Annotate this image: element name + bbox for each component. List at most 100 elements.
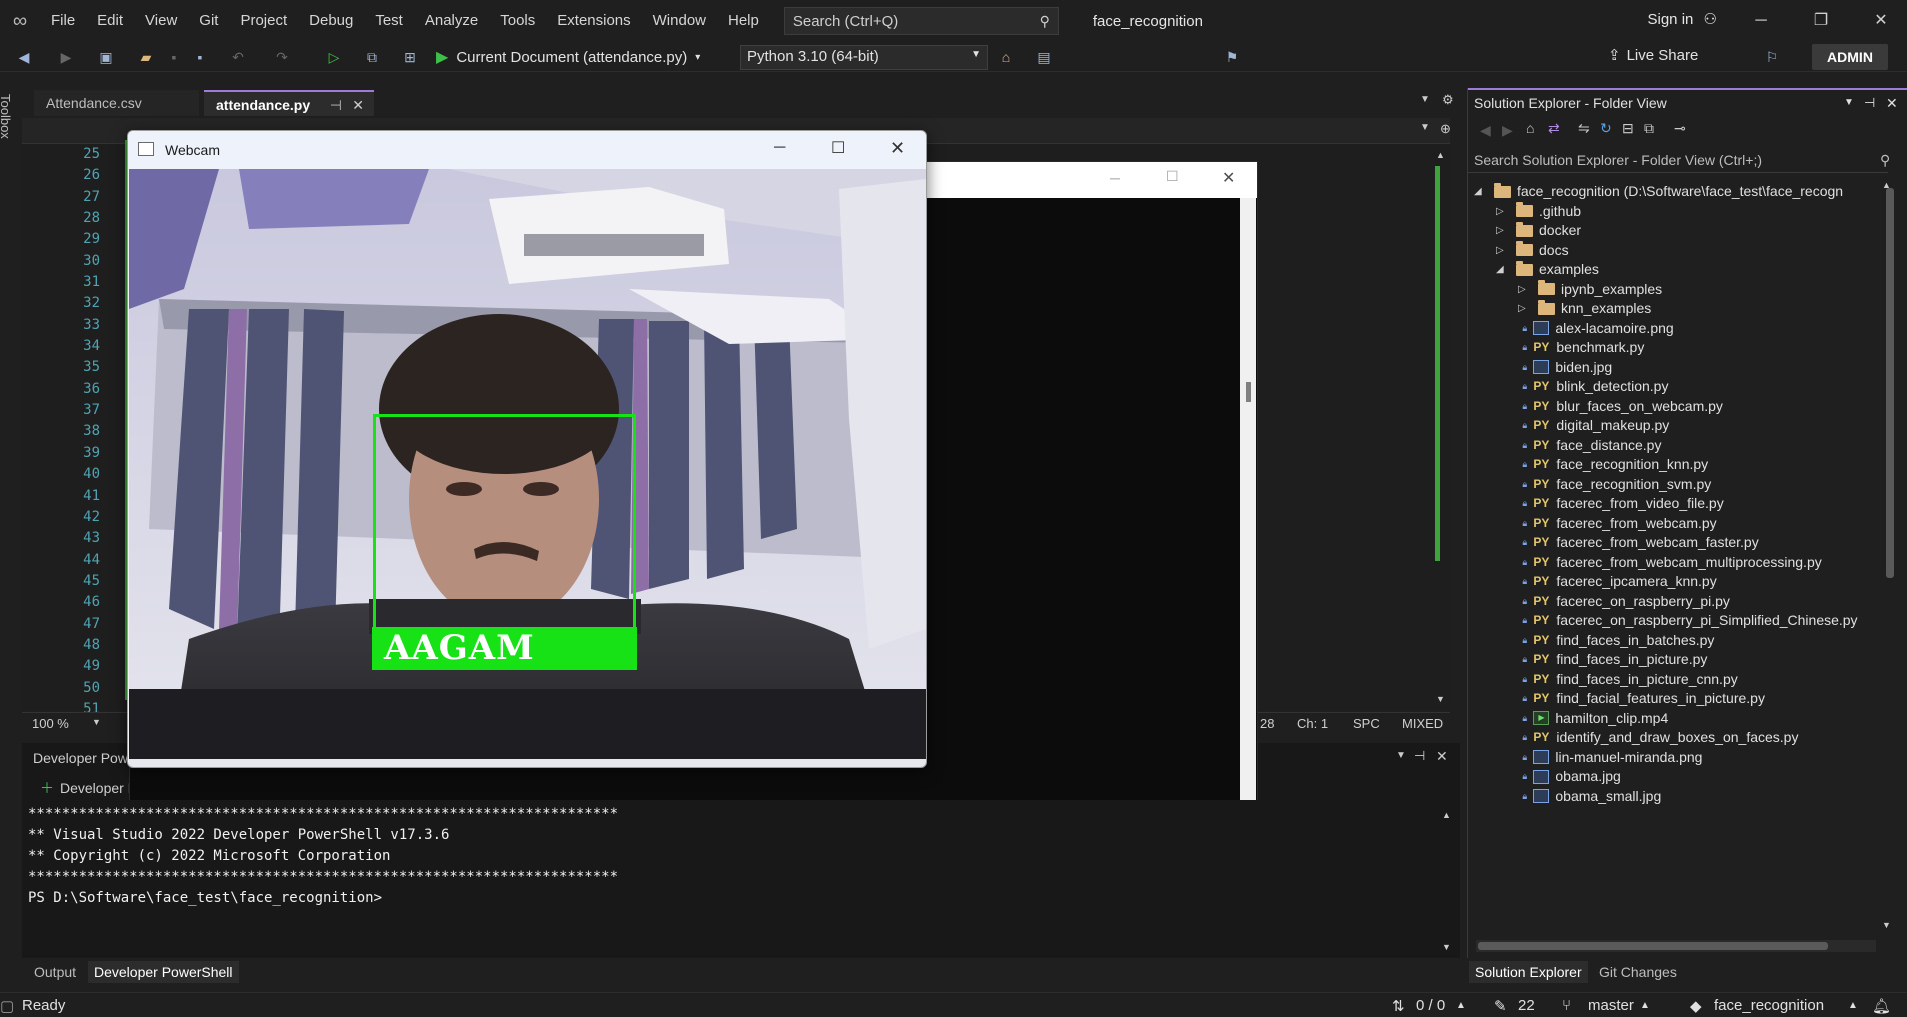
attach-icon[interactable]: ⧉ bbox=[362, 45, 382, 69]
tree-scrollbar-thumb[interactable] bbox=[1886, 188, 1894, 578]
menu-project[interactable]: Project bbox=[229, 0, 298, 42]
close-icon[interactable]: ✕ bbox=[890, 138, 905, 159]
pin-icon[interactable]: ⊣ bbox=[1414, 748, 1425, 764]
tab-solution-explorer[interactable]: Solution Explorer bbox=[1469, 961, 1588, 983]
user-badge[interactable]: ADMIN bbox=[1812, 44, 1888, 70]
switch-views-icon[interactable]: ⇄ bbox=[1548, 120, 1560, 137]
chevron-up-icon[interactable]: ▲ bbox=[1640, 1000, 1650, 1011]
close-icon[interactable]: ✕ bbox=[1222, 168, 1235, 188]
package-icon[interactable]: ⌂ bbox=[996, 45, 1016, 69]
back-icon[interactable]: ◀ bbox=[1480, 122, 1491, 139]
start-without-debugging-icon[interactable]: ▷ bbox=[324, 45, 344, 69]
toolbox-tab[interactable]: Toolbox bbox=[0, 94, 13, 139]
console-scrollbar-thumb[interactable] bbox=[1246, 382, 1251, 402]
tab-output[interactable]: Output bbox=[28, 961, 82, 983]
pending-edits-count[interactable]: 22 bbox=[1518, 997, 1535, 1014]
tree-horizontal-scrollbar-thumb[interactable] bbox=[1478, 942, 1828, 950]
chevron-down-icon[interactable]: ▼ bbox=[1396, 750, 1406, 761]
pin-icon[interactable]: ⊣ bbox=[1864, 90, 1875, 116]
show-all-files-icon[interactable]: ⧉ bbox=[1644, 120, 1654, 137]
properties-icon[interactable]: ⊸ bbox=[1674, 120, 1686, 137]
collapse-all-icon[interactable]: ⊟ bbox=[1622, 120, 1634, 137]
git-sync-icon[interactable]: ⇅ bbox=[1392, 997, 1405, 1015]
scroll-down-icon[interactable]: ▼ bbox=[1442, 942, 1451, 952]
layout-icon[interactable]: ▤ bbox=[1032, 45, 1056, 69]
chevron-down-icon[interactable]: ◢ bbox=[1496, 258, 1508, 282]
bookmark-icon[interactable]: ⚑ bbox=[1222, 45, 1242, 69]
sign-in-link[interactable]: Sign in ⚇ bbox=[1648, 10, 1718, 28]
webcam-titlebar[interactable]: Webcam ─ ☐ ✕ bbox=[128, 131, 926, 169]
python-interpreter-select[interactable]: Python 3.10 (64-bit) ▼ bbox=[740, 45, 988, 70]
forward-icon[interactable]: ▶ bbox=[1502, 122, 1513, 139]
search-input[interactable]: Search (Ctrl+Q) ⚲ bbox=[783, 7, 1059, 35]
menu-git[interactable]: Git bbox=[188, 0, 229, 42]
redo-icon[interactable]: ↷ bbox=[272, 45, 292, 69]
git-counts[interactable]: 0 / 0 bbox=[1416, 997, 1445, 1014]
minimize-icon[interactable]: ─ bbox=[774, 139, 785, 157]
scroll-down-icon[interactable]: ▼ bbox=[1436, 694, 1445, 704]
feedback-icon[interactable]: ⚐ bbox=[1762, 45, 1782, 69]
close-tab-icon[interactable]: ✕ bbox=[352, 92, 364, 118]
maximize-icon[interactable]: ☐ bbox=[1166, 168, 1179, 185]
tab-attendance-py[interactable]: attendance.py ⊣ ✕ bbox=[204, 90, 374, 116]
minimize-icon[interactable]: ─ bbox=[1110, 170, 1120, 186]
pencil-icon[interactable]: ✎ bbox=[1494, 997, 1507, 1015]
tab-developer-powershell[interactable]: Developer PowerShell bbox=[88, 961, 239, 983]
scroll-up-icon[interactable]: ▲ bbox=[1436, 150, 1445, 160]
sync-icon[interactable]: ⇋ bbox=[1578, 120, 1590, 137]
tab-git-changes[interactable]: Git Changes bbox=[1593, 961, 1683, 983]
scroll-down-icon[interactable]: ▼ bbox=[1882, 920, 1891, 930]
live-share-button[interactable]: ⇪ Live Share bbox=[1608, 46, 1698, 64]
save-icon[interactable]: ▪ bbox=[164, 45, 184, 69]
chevron-down-icon[interactable]: ▼ bbox=[92, 717, 101, 727]
restore-icon[interactable]: ❐ bbox=[1808, 8, 1834, 34]
save-all-icon[interactable]: ▪ bbox=[190, 45, 210, 69]
close-panel-icon[interactable]: ✕ bbox=[1436, 748, 1448, 765]
chevron-down-icon[interactable]: ▼ bbox=[1420, 122, 1430, 133]
new-project-icon[interactable]: ▣ bbox=[96, 45, 116, 69]
close-icon[interactable]: ✕ bbox=[1868, 8, 1894, 34]
undo-icon[interactable]: ↶ bbox=[228, 45, 248, 69]
repository-icon[interactable]: ◆ bbox=[1690, 997, 1702, 1015]
scroll-up-icon[interactable]: ▲ bbox=[1442, 810, 1451, 820]
solution-explorer-search-input[interactable]: Search Solution Explorer - Folder View (… bbox=[1468, 149, 1890, 173]
tree-item[interactable]: 🔒︎ obama_small.jpg bbox=[1522, 785, 1661, 809]
webcam-window[interactable]: Webcam ─ ☐ ✕ AAGAM bbox=[127, 130, 927, 768]
menu-help[interactable]: Help bbox=[717, 0, 770, 42]
line-endings[interactable]: MIXED bbox=[1402, 716, 1443, 731]
notifications-icon[interactable]: 🔔︎ bbox=[1872, 997, 1891, 1015]
close-icon[interactable]: ✕ bbox=[1886, 90, 1898, 116]
browse-icon[interactable]: ⊞ bbox=[400, 45, 420, 69]
home-icon[interactable]: ⌂ bbox=[1526, 120, 1534, 136]
terminal-output[interactable]: ****************************************… bbox=[28, 804, 618, 909]
branch-icon[interactable]: ⑂ bbox=[1562, 997, 1571, 1014]
run-current-document-button[interactable]: ▶ Current Document (attendance.py) ▾ bbox=[436, 45, 700, 69]
maximize-icon[interactable]: ☐ bbox=[831, 138, 845, 158]
menu-edit[interactable]: Edit bbox=[86, 0, 134, 42]
account-settings-icon[interactable]: ⚇ bbox=[1704, 11, 1717, 28]
menu-tools[interactable]: Tools bbox=[489, 0, 546, 42]
navigate-forward-icon[interactable]: ▶ bbox=[56, 45, 76, 69]
menu-analyze[interactable]: Analyze bbox=[414, 0, 489, 42]
indentation-mode[interactable]: SPC bbox=[1353, 716, 1380, 731]
menu-debug[interactable]: Debug bbox=[298, 0, 364, 42]
chevron-up-icon[interactable]: ▲ bbox=[1456, 1000, 1466, 1011]
navigate-back-icon[interactable]: ◀ bbox=[14, 45, 34, 69]
chevron-up-icon[interactable]: ▲ bbox=[1848, 1000, 1858, 1011]
scroll-up-icon[interactable]: ▲ bbox=[1882, 180, 1891, 190]
minimize-icon[interactable]: ─ bbox=[1748, 8, 1774, 34]
menu-extensions[interactable]: Extensions bbox=[546, 0, 641, 42]
tab-attendance-csv[interactable]: Attendance.csv bbox=[34, 90, 199, 116]
menu-window[interactable]: Window bbox=[642, 0, 717, 42]
split-editor-icon[interactable]: ⊕ bbox=[1440, 121, 1451, 137]
open-folder-icon[interactable]: ▰ bbox=[136, 45, 156, 69]
pin-icon[interactable]: ⊣ bbox=[330, 92, 342, 118]
zoom-level[interactable]: 100 % bbox=[32, 716, 69, 731]
console-scrollbar[interactable] bbox=[1240, 198, 1256, 800]
menu-test[interactable]: Test bbox=[364, 0, 414, 42]
repository-name[interactable]: face_recognition bbox=[1714, 997, 1824, 1014]
chevron-down-icon[interactable]: ◢ bbox=[1474, 180, 1486, 204]
menu-view[interactable]: View bbox=[134, 0, 188, 42]
gear-icon[interactable]: ⚙ bbox=[1442, 92, 1454, 108]
chevron-down-icon[interactable]: ▼ bbox=[1844, 90, 1854, 116]
